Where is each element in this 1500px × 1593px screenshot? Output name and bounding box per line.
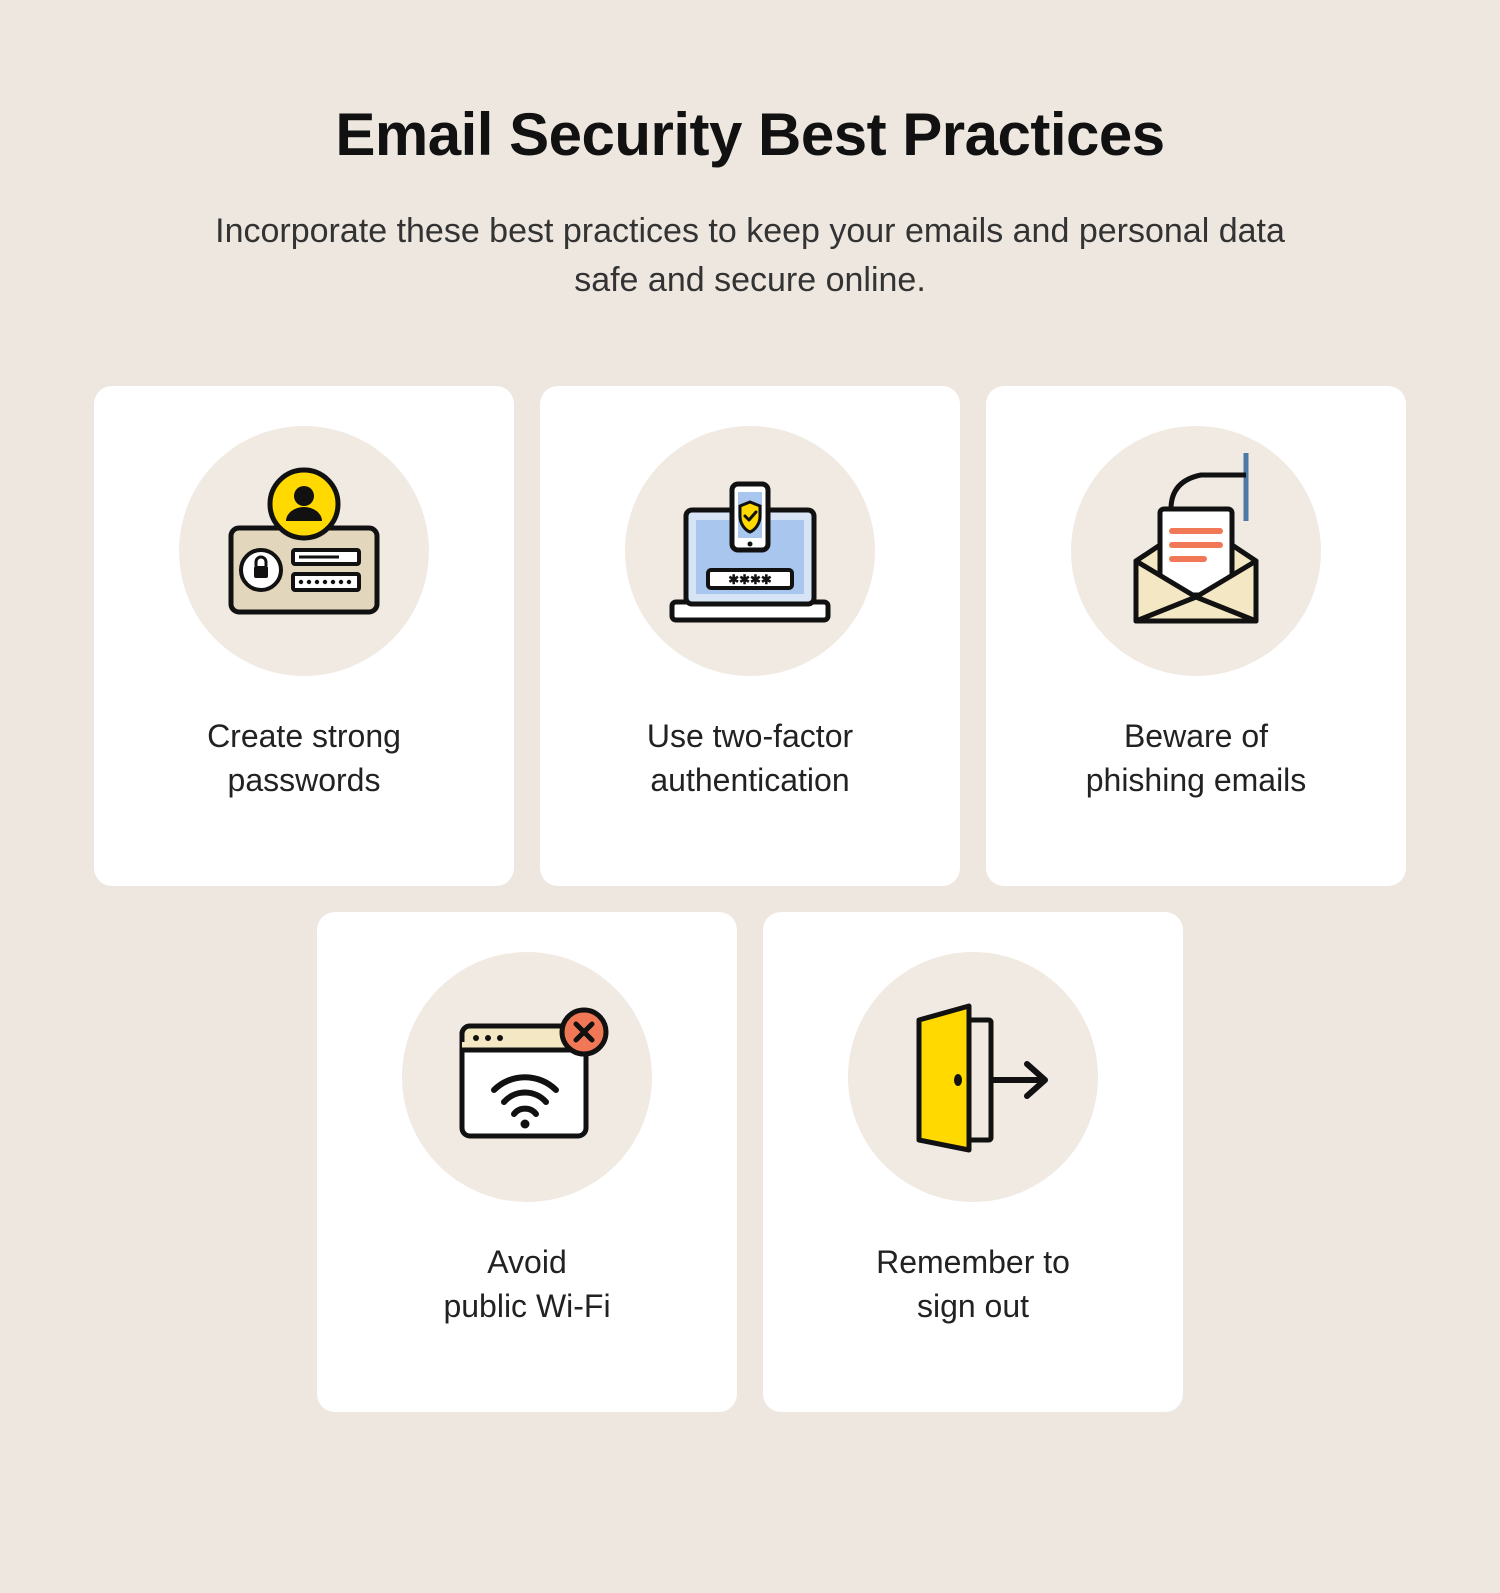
card-label: Create strongpasswords	[207, 714, 401, 804]
card-label: Avoidpublic Wi-Fi	[443, 1240, 610, 1330]
wifi-icon	[402, 952, 652, 1202]
card-sign-out: Remember tosign out	[763, 912, 1183, 1412]
signout-icon	[848, 952, 1098, 1202]
card-label: Use two-factorauthentication	[647, 714, 853, 804]
page-subtitle: Incorporate these best practices to keep…	[200, 207, 1300, 306]
card-strong-passwords: Create strongpasswords	[94, 386, 514, 886]
page-title: Email Security Best Practices	[335, 100, 1164, 169]
card-public-wifi: Avoidpublic Wi-Fi	[317, 912, 737, 1412]
card-grid: Create strongpasswords ✱✱✱✱	[80, 386, 1420, 1412]
card-two-factor: ✱✱✱✱ Use two-factorauthentication	[540, 386, 960, 886]
password-icon	[179, 426, 429, 676]
svg-text:✱✱✱✱: ✱✱✱✱	[728, 572, 772, 587]
two-factor-icon: ✱✱✱✱	[625, 426, 875, 676]
card-label: Beware ofphishing emails	[1086, 714, 1307, 804]
card-phishing: Beware ofphishing emails	[986, 386, 1406, 886]
card-label: Remember tosign out	[876, 1240, 1070, 1330]
phishing-icon	[1071, 426, 1321, 676]
